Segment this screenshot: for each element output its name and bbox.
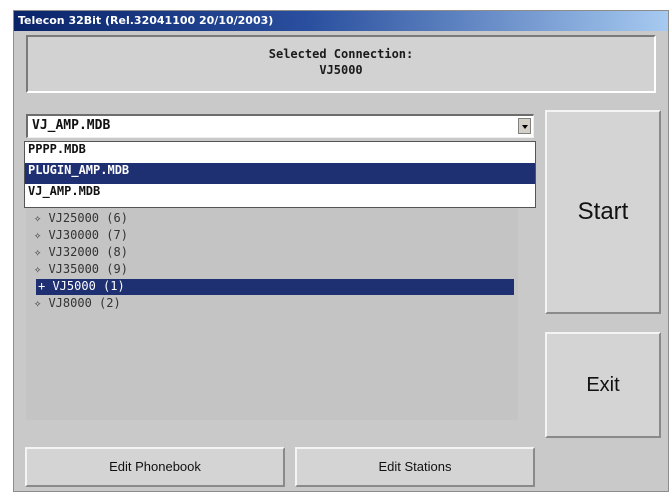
tree-item[interactable]: ✧ VJ8000 (2) [34, 296, 121, 312]
tree-item-selected[interactable]: + VJ5000 (1) [36, 279, 514, 295]
connection-name: VJ5000 [319, 63, 363, 77]
exit-button[interactable]: Exit [545, 332, 661, 438]
connection-heading: Selected Connection: [268, 47, 414, 61]
dropdown-option[interactable]: VJ_AMP.MDB [25, 184, 535, 205]
tree-item[interactable]: ✧ VJ35000 (9) [34, 262, 128, 278]
database-combobox[interactable]: VJ_AMP.MDB [26, 114, 534, 138]
selected-connection-panel: Selected Connection: VJ5000 [26, 35, 656, 93]
edit-phonebook-button[interactable]: Edit Phonebook [25, 447, 285, 487]
chevron-down-icon[interactable] [518, 118, 531, 134]
dropdown-option-selected[interactable]: PLUGIN_AMP.MDB [25, 163, 535, 184]
start-button[interactable]: Start [545, 110, 661, 314]
tree-item[interactable]: ✧ VJ25000 (6) [34, 211, 128, 227]
database-combobox-value: VJ_AMP.MDB [32, 118, 111, 133]
dropdown-option[interactable]: PPPP.MDB [25, 142, 535, 163]
edit-stations-button[interactable]: Edit Stations [295, 447, 535, 487]
station-tree: ✧ VJ25000 (6) ✧ VJ30000 (7) ✧ VJ32000 (8… [26, 208, 518, 420]
database-dropdown-list: PPPP.MDB PLUGIN_AMP.MDB VJ_AMP.MDB [24, 141, 536, 208]
tree-item[interactable]: ✧ VJ32000 (8) [34, 245, 128, 261]
title-bar: Telecon 32Bit (Rel.32041100 20/10/2003) [14, 11, 668, 31]
tree-item[interactable]: ✧ VJ30000 (7) [34, 228, 128, 244]
